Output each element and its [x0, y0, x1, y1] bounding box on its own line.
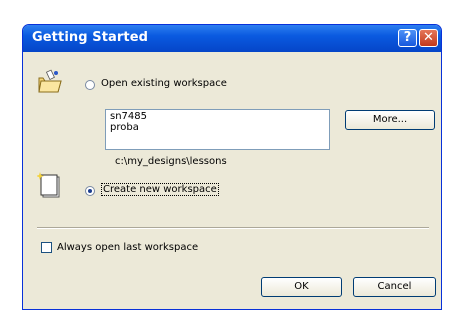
workspace-path: c:\my_designs\lessons [115, 156, 227, 167]
always-open-label[interactable]: Always open last workspace [57, 242, 198, 253]
more-button[interactable]: More... [345, 110, 435, 130]
list-item[interactable]: proba [110, 122, 325, 133]
help-button[interactable]: ? [398, 29, 417, 47]
dialog-title: Getting Started [32, 30, 149, 45]
close-icon: ✕ [423, 30, 434, 45]
open-folder-icon [38, 69, 62, 93]
workspace-list[interactable]: sn7485 proba [105, 109, 330, 150]
cancel-button[interactable]: Cancel [353, 277, 436, 297]
always-open-checkbox[interactable] [41, 242, 52, 253]
open-existing-label[interactable]: Open existing workspace [101, 78, 227, 89]
create-new-radio[interactable] [85, 186, 95, 196]
help-icon: ? [403, 30, 412, 45]
getting-started-dialog: Getting Started ? ✕ Open existing worksp… [22, 24, 442, 310]
close-button[interactable]: ✕ [419, 29, 438, 47]
divider [37, 227, 429, 229]
open-existing-radio[interactable] [85, 80, 95, 90]
title-bar[interactable]: Getting Started ? ✕ [23, 25, 441, 52]
list-item[interactable]: sn7485 [110, 111, 325, 122]
new-document-icon [37, 172, 60, 198]
ok-button[interactable]: OK [261, 277, 342, 297]
create-new-label[interactable]: Create new workspace [101, 183, 219, 196]
